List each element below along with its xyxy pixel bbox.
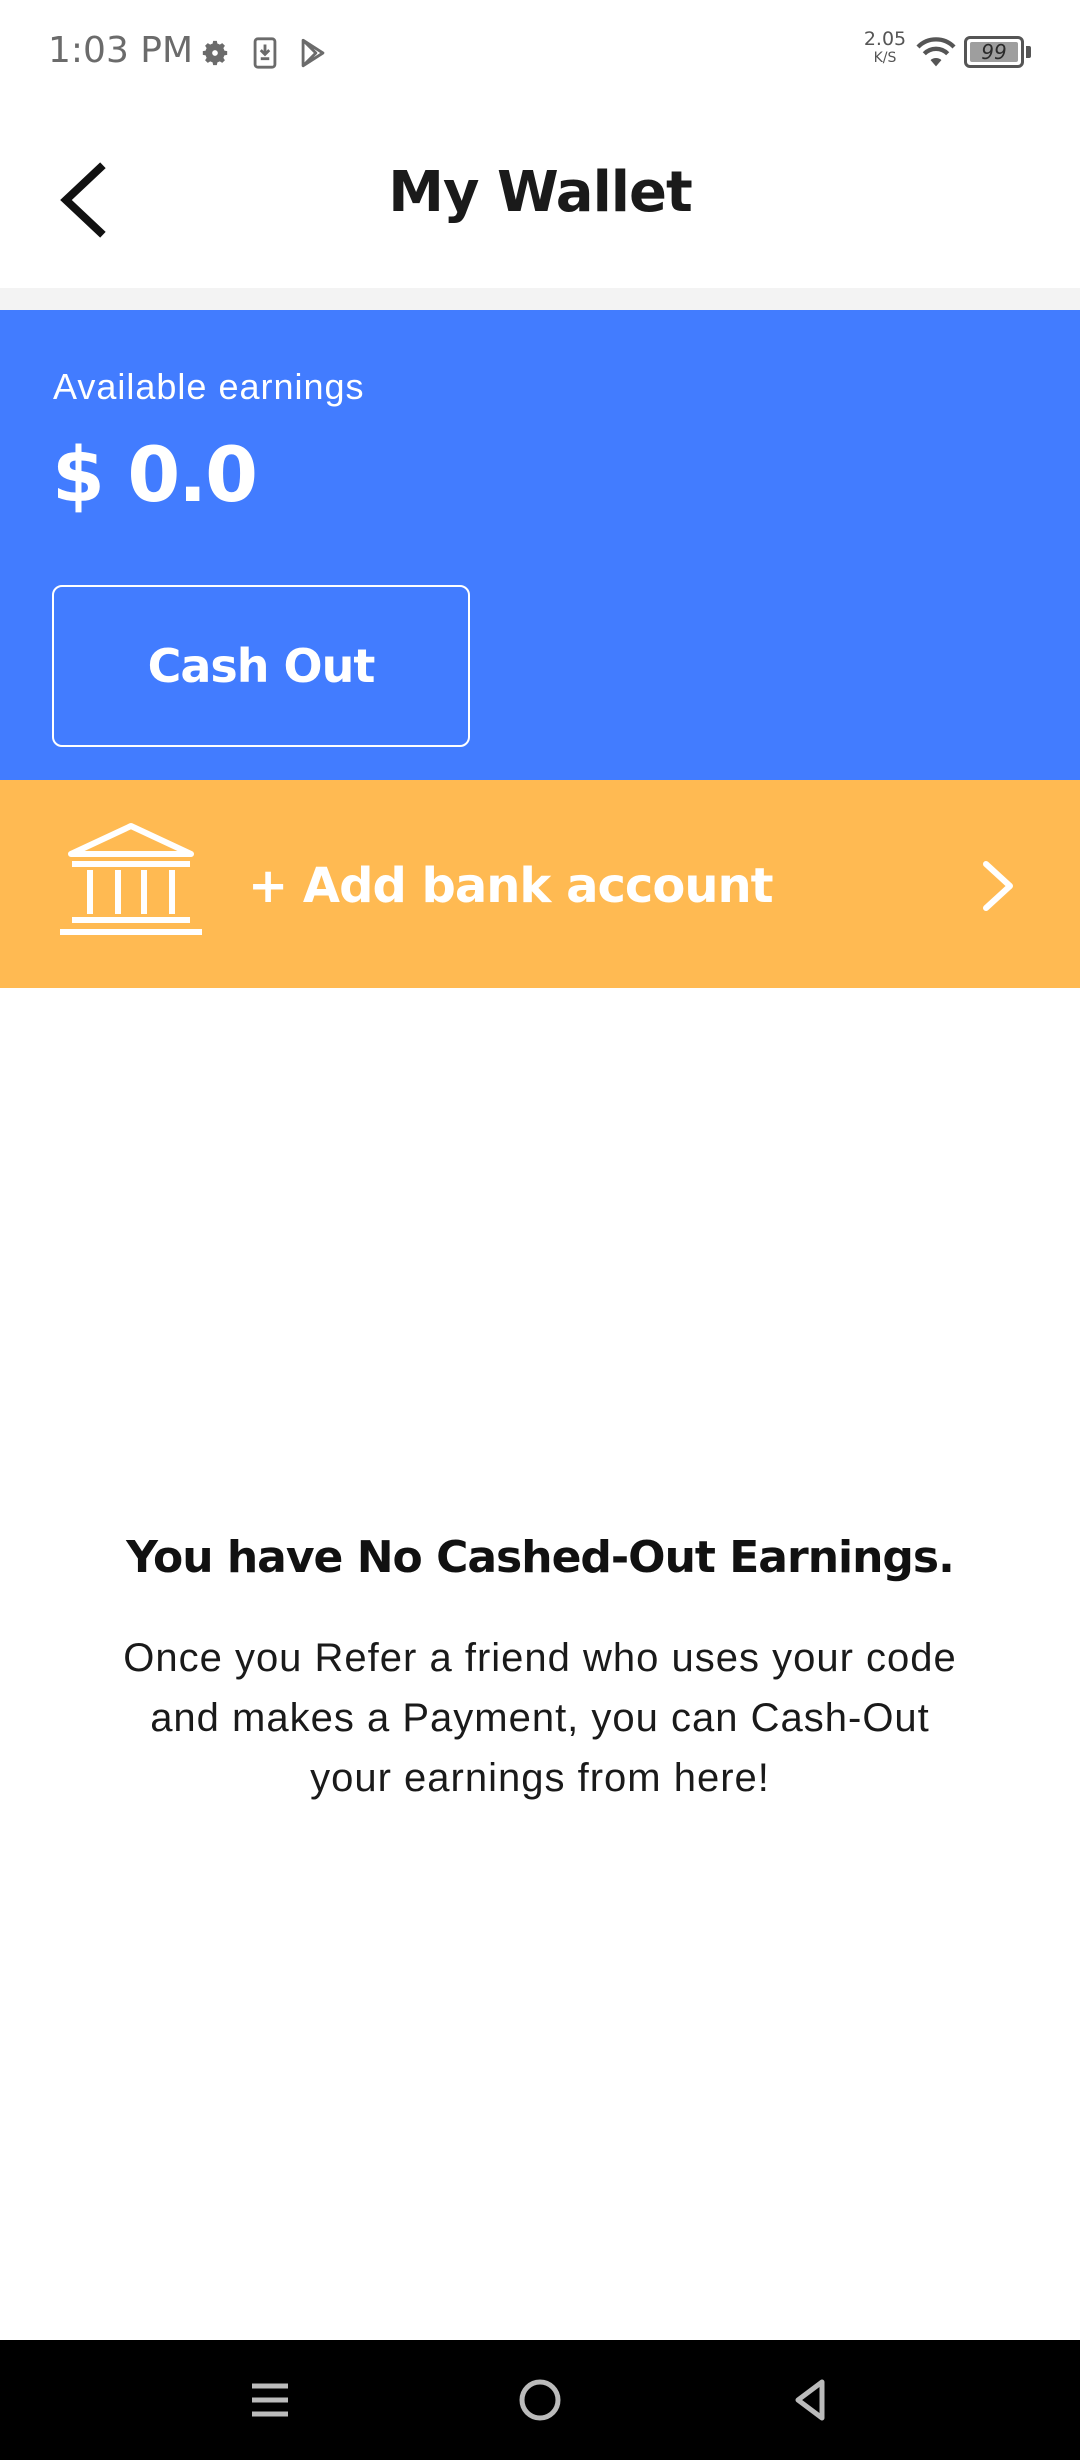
download-icon [253, 37, 277, 69]
battery-icon: 99 [964, 36, 1024, 68]
home-icon[interactable] [510, 2370, 570, 2430]
earnings-label: Available earnings [53, 366, 365, 407]
wifi-icon [916, 37, 956, 67]
add-bank-account-row[interactable]: + Add bank account [0, 780, 1080, 988]
page-title: My Wallet [388, 160, 692, 225]
app-header: My Wallet [0, 110, 1080, 288]
play-store-icon [301, 38, 325, 68]
status-time: 1:03 PM [48, 30, 194, 71]
earnings-card: Available earnings $ 0.0 Cash Out [0, 310, 1080, 780]
bank-icon [60, 823, 202, 935]
cash-out-button[interactable]: Cash Out [52, 585, 470, 747]
empty-state-title: You have No Cashed-Out Earnings. [126, 1532, 955, 1583]
battery-level: 99 [981, 40, 1007, 64]
empty-state-description: Once you Refer a friend who uses your co… [123, 1636, 957, 1800]
network-speed: 2.05 K/S [863, 28, 907, 66]
back-icon[interactable] [780, 2370, 840, 2430]
status-bar: 1:03 PM 2.05 K/S 99 [0, 0, 1080, 110]
earnings-amount: $ 0.0 [52, 430, 258, 519]
divider [0, 288, 1080, 310]
gear-icon [202, 40, 228, 66]
chevron-right-icon [983, 861, 1013, 911]
add-bank-account-label: + Add bank account [248, 858, 774, 914]
system-nav-bar [0, 2340, 1080, 2460]
menu-icon[interactable] [240, 2370, 300, 2430]
